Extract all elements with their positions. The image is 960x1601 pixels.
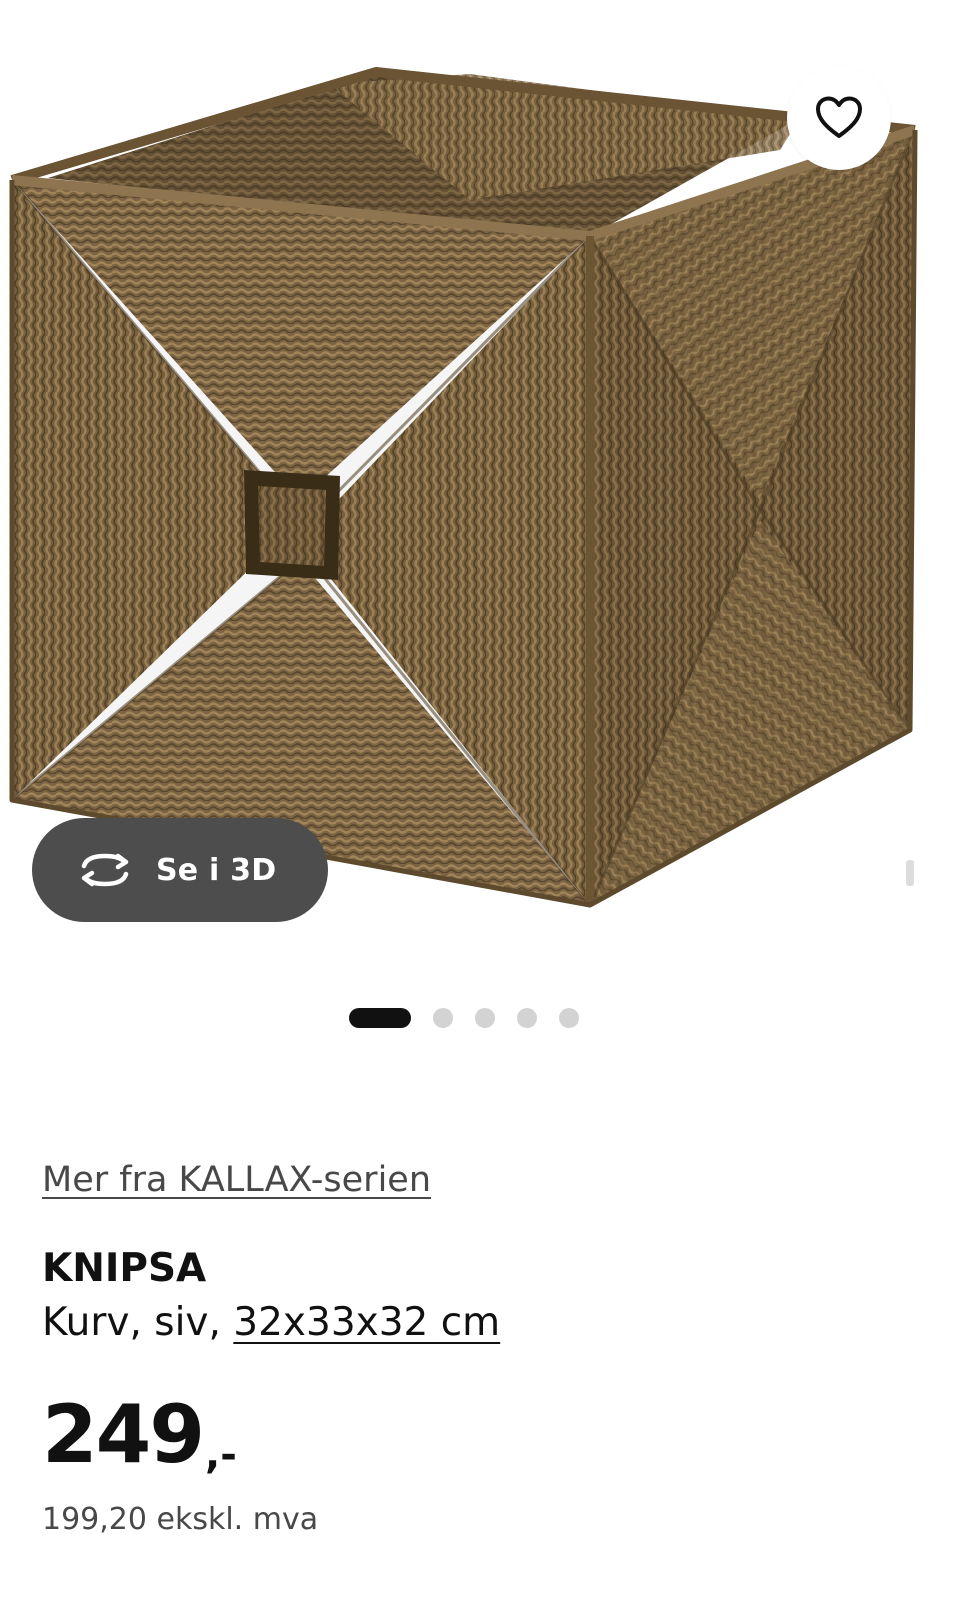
carousel-dot-2[interactable]: [433, 1008, 453, 1028]
price-excl-vat: 199,20 ekskl. mva: [42, 1502, 319, 1537]
product-description: Kurv, siv, 32x33x32 cm: [42, 1300, 500, 1345]
product-name: KNIPSA: [42, 1246, 207, 1291]
heart-outline-icon: [816, 96, 862, 138]
carousel-dot-4[interactable]: [517, 1008, 537, 1028]
carousel-dot-3[interactable]: [475, 1008, 495, 1028]
price-amount: 249: [42, 1388, 205, 1481]
carousel-dot-1[interactable]: [349, 1008, 411, 1028]
carousel-pagination[interactable]: [349, 1008, 601, 1028]
price-suffix: ,-: [205, 1432, 237, 1478]
measurement-link[interactable]: 32x33x32 cm: [233, 1300, 500, 1345]
next-image-peek[interactable]: [906, 860, 914, 886]
product-type: Kurv, siv,: [42, 1300, 234, 1345]
view-3d-label: Se i 3D: [156, 852, 277, 888]
series-link[interactable]: Mer fra KALLAX-serien: [42, 1160, 431, 1200]
product-price: 249 ,-: [42, 1390, 237, 1480]
rotate-3d-icon: [81, 853, 129, 887]
product-gallery[interactable]: Se i 3D: [0, 0, 960, 1060]
favorite-button[interactable]: [787, 66, 891, 170]
view-3d-button[interactable]: Se i 3D: [32, 818, 328, 922]
carousel-dot-5[interactable]: [559, 1008, 579, 1028]
